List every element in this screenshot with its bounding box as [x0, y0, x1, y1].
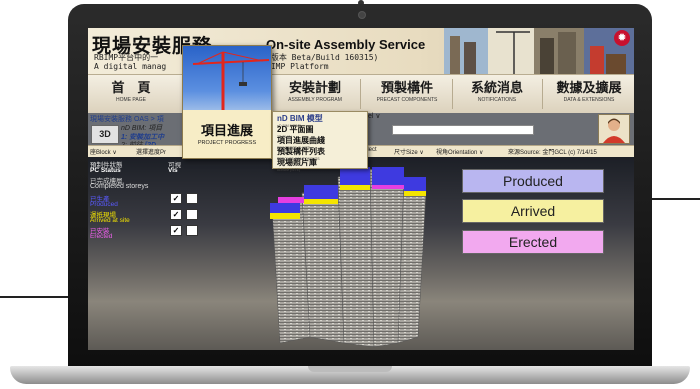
- nav-precast-sublabel: PRECAST COMPONENTS: [376, 97, 438, 103]
- nav-notifications-sublabel: NOTIFICATIONS: [477, 97, 517, 103]
- nav-precast-label: 預製構件: [380, 81, 433, 96]
- nav-assembly-label: 安裝計劃: [288, 81, 341, 96]
- subtitle-2: A digital manag: [94, 62, 167, 71]
- nav-notifications[interactable]: 系統消息 NOTIFICATIONS: [456, 77, 538, 111]
- nav-divider: [542, 79, 543, 109]
- legend-produced[interactable]: Produced: [462, 169, 604, 193]
- nav-home-sublabel: HOME PAGE: [116, 97, 146, 103]
- project-progress-panel[interactable]: 項目進展 PROJECT PROGRESS: [182, 45, 272, 159]
- gear-logo-icon: ✹: [614, 30, 630, 46]
- size-select[interactable]: 尺寸Size ∨: [394, 147, 424, 156]
- block-select[interactable]: 座Block ∨: [90, 147, 117, 156]
- arrived-checkbox[interactable]: ✓: [170, 209, 182, 220]
- produced-floors: [304, 185, 338, 199]
- menu-item-precast-list-label: 預製構件列表: [277, 147, 325, 156]
- nav-data-extensions[interactable]: 數據及擴展 DATA & EXTENSIONS: [546, 77, 632, 111]
- arrived-floors: [270, 213, 300, 219]
- progress-dropdown: nD BIM 模型 nD BIM MODEL 2D 平面圖 2D PLAN 項目…: [272, 111, 368, 172]
- platform-label: BIMP Platform: [266, 62, 329, 71]
- crane-icon: [192, 51, 270, 110]
- avatar-person-icon: [603, 118, 625, 143]
- field-strip: el ∨: [368, 112, 550, 142]
- background-line-right: [652, 198, 700, 200]
- arrived-floors: [404, 191, 426, 196]
- nav-divider: [452, 79, 453, 109]
- legend-arrived[interactable]: Arrived: [462, 199, 604, 223]
- nav-home-label: 首 頁: [111, 81, 151, 96]
- main-nav: 首 頁 HOME PAGE 安裝計劃 ASSEMBLY PROGRAM 預製構件…: [88, 74, 634, 113]
- menu-item-bim-model-label: nD BIM 模型: [277, 114, 323, 123]
- produced-label-en: Produced: [90, 201, 118, 208]
- nav-data-sublabel: DATA & EXTENSIONS: [563, 97, 615, 103]
- bim-3d-button[interactable]: 3D: [91, 125, 119, 144]
- menu-item-progress-chart-label: 項目進展曲綫: [277, 136, 325, 145]
- arrived-floors: [340, 185, 370, 190]
- app-header: 現場安裝服務 On-site Assembly Service RBIMP平台中…: [88, 28, 634, 74]
- produced-floors: [404, 177, 426, 191]
- source-label: 來源Source: 金門GCL (c) 7/14/15: [508, 150, 597, 156]
- arrived-floors: [304, 199, 338, 204]
- laptop-notch: [308, 366, 392, 372]
- produced-visible-checkbox[interactable]: [186, 193, 198, 204]
- erected-checkbox[interactable]: ✓: [170, 225, 182, 236]
- menu-item-site-album[interactable]: 現場照片庫 ALBUM (SITE): [277, 157, 317, 172]
- erected-visible-checkbox[interactable]: [186, 225, 198, 236]
- stage-select[interactable]: 選擇進度Pr: [136, 147, 166, 156]
- nav-precast-components[interactable]: 預製構件 PRECAST COMPONENTS: [364, 77, 450, 111]
- produced-floors: [270, 203, 300, 213]
- nav-data-label: 數據及擴展: [556, 81, 622, 96]
- status-header-en: PC Status: [90, 167, 121, 174]
- project-progress-label: 項目進展: [200, 124, 253, 139]
- building-model[interactable]: [258, 157, 438, 350]
- nav-divider: [360, 79, 361, 109]
- produced-floors: [340, 167, 370, 185]
- produced-checkbox[interactable]: ✓: [170, 193, 182, 204]
- nav-home[interactable]: 首 頁 HOME PAGE: [96, 77, 166, 111]
- erected-floors: [372, 185, 404, 189]
- crane-photo: [183, 46, 271, 110]
- menu-item-site-album-sublabel: ALBUM (SITE): [277, 168, 301, 172]
- nav-notifications-label: 系統消息: [470, 81, 523, 96]
- erected-label-en: Erected: [90, 233, 113, 240]
- arrived-visible-checkbox[interactable]: [186, 209, 198, 220]
- nav-assembly-sublabel: ASSEMBLY PROGRAM: [288, 97, 342, 103]
- camera-icon: [359, 12, 365, 18]
- tower-c: [337, 170, 375, 348]
- menu-item-site-album-label: 現場照片庫: [277, 158, 317, 167]
- erected-floors: [278, 197, 304, 203]
- arrived-label-en: Arrived at site: [90, 217, 130, 224]
- legend-erected[interactable]: Erected: [462, 230, 604, 254]
- app-title-en: On-site Assembly Service: [266, 37, 426, 52]
- orientation-select[interactable]: 視角Orientation ∨: [436, 147, 483, 156]
- screen: 現場安裝服務 On-site Assembly Service RBIMP平台中…: [88, 28, 634, 350]
- project-progress-sublabel: PROJECT PROGRESS: [197, 140, 257, 146]
- field-label: el ∨: [368, 113, 381, 120]
- nav-assembly-program[interactable]: 安裝計劃 ASSEMBLY PROGRAM: [272, 77, 358, 111]
- status-panel: 預制件狀態 可視 PC Status Vis 已完成樓層 Completed s…: [88, 157, 198, 257]
- background-line-left: [0, 296, 70, 298]
- visible-header-en: Vis: [168, 167, 178, 174]
- storeys-label-en: Completed storeys: [90, 183, 149, 190]
- menu-item-2d-plan-label: 2D 平面圖: [277, 125, 314, 134]
- header-photo-strip: [444, 28, 634, 74]
- produced-floors: [372, 167, 404, 185]
- user-avatar[interactable]: [598, 114, 630, 144]
- field-input[interactable]: [392, 125, 534, 135]
